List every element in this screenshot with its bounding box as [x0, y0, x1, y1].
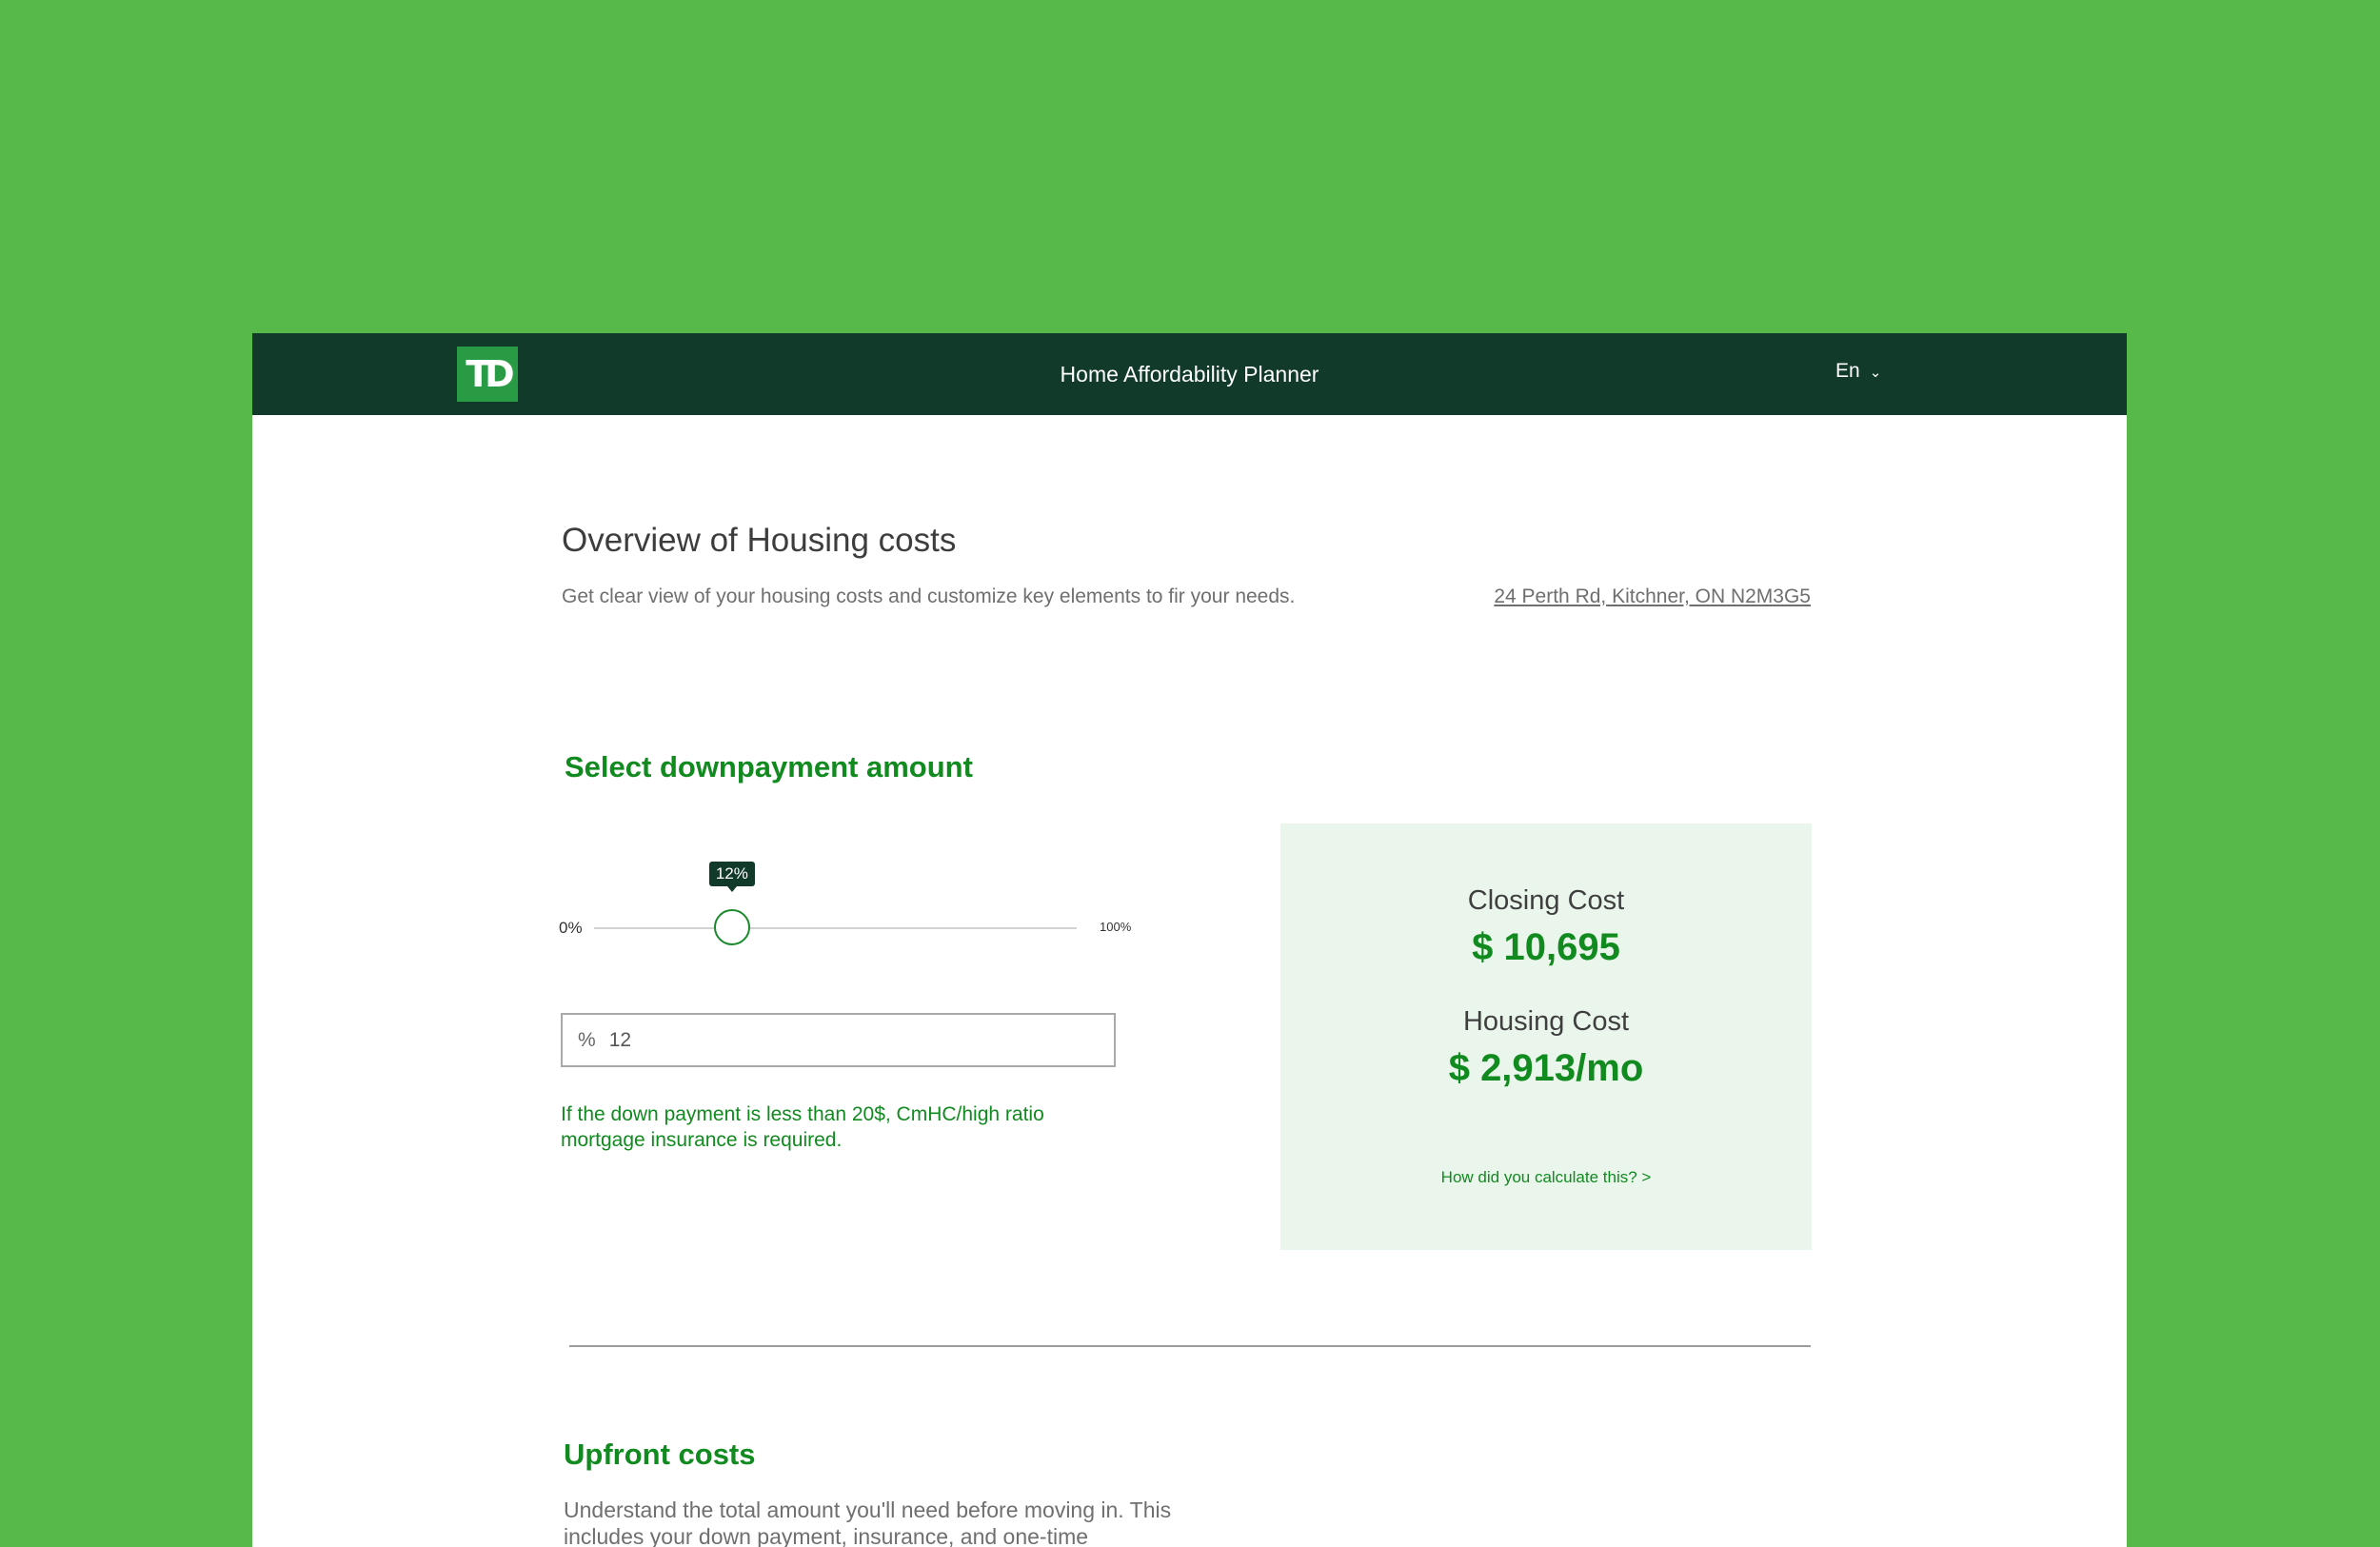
downpayment-slider[interactable]: 0% 12% 100%: [559, 862, 1135, 947]
closing-cost-label: Closing Cost: [1467, 885, 1625, 916]
top-navigation-bar: TD Home Affordability Planner En ⌄: [252, 333, 2127, 415]
slider-thumb[interactable]: [713, 909, 750, 945]
upfront-section-title: Upfront costs: [564, 1438, 756, 1471]
closing-cost-amount: $ 10,695: [1472, 926, 1620, 968]
language-label: En: [1835, 360, 1860, 382]
page-subtitle: Get clear view of your housing costs and…: [562, 585, 1296, 607]
insurance-note: If the down payment is less than 20$, Cm…: [561, 1103, 1044, 1151]
chevron-down-icon: ⌄: [1869, 365, 1882, 381]
slider-track[interactable]: [594, 927, 1077, 929]
app-window: TD Home Affordability Planner En ⌄ Overv…: [252, 333, 2127, 1547]
page-title: Overview of Housing costs: [562, 522, 957, 559]
calculation-info-link[interactable]: How did you calculate this? >: [1280, 1168, 1812, 1187]
downpayment-percent-input[interactable]: [608, 1028, 1066, 1052]
slider-min-label: 0%: [559, 919, 583, 937]
upfront-description: Understand the total amount you'll need …: [564, 1497, 1172, 1547]
housing-cost-label: Housing Cost: [1462, 1006, 1630, 1037]
housing-cost-amount: $ 2,913/mo: [1448, 1047, 1644, 1089]
downpayment-percent-field[interactable]: %: [561, 1013, 1116, 1067]
section-divider: [569, 1345, 1811, 1347]
percent-prefix: %: [578, 1028, 596, 1051]
language-selector[interactable]: En ⌄: [1835, 360, 1881, 383]
slider-max-label: 100%: [1100, 920, 1132, 934]
downpayment-section-title: Select downpayment amount: [565, 750, 973, 783]
slider-value-tooltip: 12%: [708, 862, 755, 892]
property-address-link[interactable]: 24 Perth Rd, Kitchner, ON N2M3G5: [1494, 585, 1811, 608]
cost-summary-card: Closing Cost $ 10,695 Housing Cost $ 2,9…: [1280, 823, 1812, 1250]
